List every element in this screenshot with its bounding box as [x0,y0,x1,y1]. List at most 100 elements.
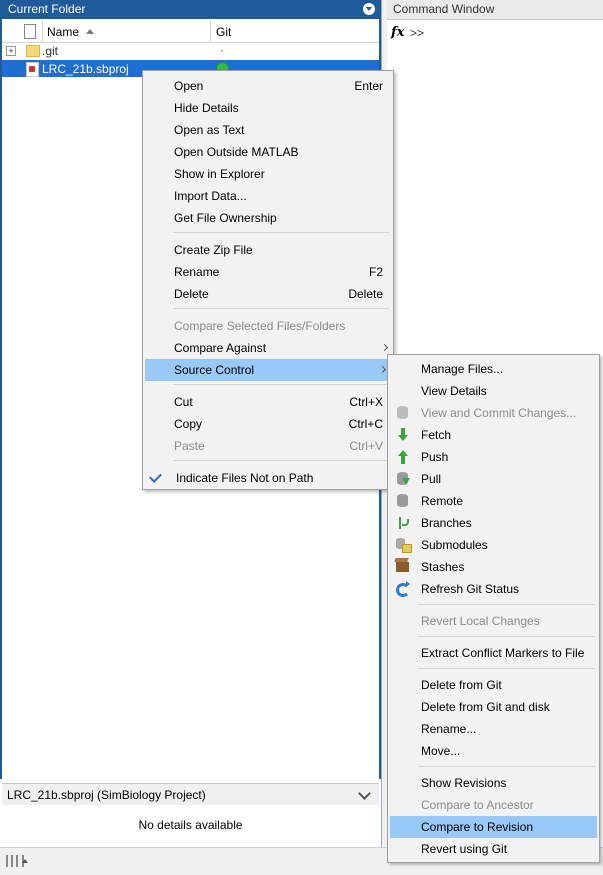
column-divider[interactable] [42,21,43,42]
menu-item-label: Show Revisions [421,776,507,790]
menu-item-source-control[interactable]: Source Control [145,359,391,381]
menu-item-label: Pull [421,472,442,486]
checkmark-icon [149,470,162,483]
stashes-icon [396,562,409,572]
submenu-arrow-icon [380,343,389,352]
menu-item-label: Rename [174,265,220,279]
menu-item-open-as-text[interactable]: Open as Text [143,119,393,141]
pull-icon [397,472,410,485]
menu-item-label: Delete from Git [421,678,502,692]
menu-item-label: Move... [421,744,461,758]
submenu-arrow-icon [378,365,387,374]
menu-item-label: Import Data... [174,189,247,203]
menu-item-create-zip-file[interactable]: Create Zip File [143,239,393,261]
menu-item-rename[interactable]: Rename... [388,718,599,740]
menu-item-delete-from-git[interactable]: Delete from Git [388,674,599,696]
sort-ascending-icon [86,29,94,34]
menu-separator [173,308,389,309]
menu-item-fetch[interactable]: Fetch [388,424,599,446]
menu-item-label: Branches [421,516,472,530]
menu-item-label: Compare Selected Files/Folders [174,319,346,333]
menu-item-stashes[interactable]: Stashes [388,556,599,578]
column-divider[interactable] [210,21,211,42]
menu-item-cut[interactable]: Cut Ctrl+X [143,391,393,413]
menu-item-branches[interactable]: Branches [388,512,599,534]
current-folder-titlebar[interactable]: Current Folder [0,0,381,19]
file-type-column-icon[interactable] [24,24,36,39]
menu-item-delete-from-git-and-disk[interactable]: Delete from Git and disk [388,696,599,718]
menu-item-label: Copy [174,417,203,431]
menu-item-label: Open [174,79,204,93]
menu-item-label: Compare to Ancestor [421,798,534,812]
git-column-header[interactable]: Git [216,25,231,39]
menu-item-label: Compare to Revision [421,820,534,834]
name-column-header[interactable]: Name [47,25,79,39]
simbiology-project-icon [26,62,39,77]
menu-item-show-in-explorer[interactable]: Show in Explorer [143,163,393,185]
menu-separator [418,604,595,605]
menu-item-shortcut: Ctrl+X [349,395,383,409]
menu-item-move[interactable]: Move... [388,740,599,762]
menu-item-label: Indicate Files Not on Path [176,471,314,485]
details-panel-header[interactable]: LRC_21b.sbproj (SimBiology Project) [2,783,379,806]
panel-options-icon[interactable] [363,3,375,15]
menu-item-label: Show in Explorer [174,167,265,181]
command-prompt[interactable]: >> [410,26,424,40]
menu-item-label: Create Zip File [174,243,253,257]
menu-item-hide-details[interactable]: Hide Details [143,97,393,119]
details-title: LRC_21b.sbproj (SimBiology Project) [7,788,206,802]
push-icon [396,450,410,464]
menu-item-view-and-commit: View and Commit Changes... [388,402,599,424]
menu-item-label: View Details [421,384,487,398]
menu-item-push[interactable]: Push [388,446,599,468]
menu-item-label: Push [421,450,449,464]
remote-icon [397,494,408,507]
menu-item-show-revisions[interactable]: Show Revisions [388,772,599,794]
details-panel: No details available [2,805,379,845]
menu-separator [173,384,389,385]
function-browser-icon[interactable]: fx [391,25,404,40]
menu-item-copy[interactable]: Copy Ctrl+C [143,413,393,435]
menu-item-delete[interactable]: Delete Delete [143,283,393,305]
menu-item-submodules[interactable]: Submodules [388,534,599,556]
command-window-title: Command Window [393,2,495,16]
menu-item-label: Submodules [421,538,488,552]
menu-item-label: Source Control [174,363,255,377]
refresh-icon [396,581,410,597]
menu-item-manage-files[interactable]: Manage Files... [388,358,599,380]
menu-item-view-details[interactable]: View Details [388,380,599,402]
menu-item-compare-to-revision[interactable]: Compare to Revision [390,816,597,838]
menu-item-label: Rename... [421,722,477,736]
command-window-titlebar[interactable]: Command Window [387,0,603,20]
file-name: LRC_21b.sbproj [42,62,129,76]
menu-item-refresh-git-status[interactable]: Refresh Git Status [388,578,599,600]
menu-item-compare-against[interactable]: Compare Against [143,337,393,359]
folder-icon [26,45,40,57]
menu-item-label: Compare Against [174,341,267,355]
menu-item-get-file-ownership[interactable]: Get File Ownership [143,207,393,229]
menu-item-rename[interactable]: Rename F2 [143,261,393,283]
menu-item-label: Refresh Git Status [421,582,520,596]
menu-item-open[interactable]: Open Enter [143,75,393,97]
menu-item-label: Open as Text [174,123,245,137]
file-row[interactable]: + .git · [2,42,379,59]
menu-item-label: Paste [174,439,205,453]
menu-item-shortcut: Ctrl+V [349,439,383,453]
menu-item-import-data[interactable]: Import Data... [143,185,393,207]
expand-plus-icon[interactable]: + [6,46,16,56]
menu-item-remote[interactable]: Remote [388,490,599,512]
menu-item-indicate-files-not-on-path[interactable]: Indicate Files Not on Path [143,467,393,489]
menu-item-label: View and Commit Changes... [421,406,577,420]
branches-icon [396,516,410,530]
current-folder-title: Current Folder [8,2,86,16]
menu-item-shortcut: Enter [354,79,383,93]
menu-item-label: Delete [174,287,209,301]
menu-item-label: Extract Conflict Markers to File [421,646,585,660]
menu-item-revert-using-git[interactable]: Revert using Git [388,838,599,860]
menu-item-extract-conflict-markers[interactable]: Extract Conflict Markers to File [388,642,599,664]
chevron-up-icon[interactable] [22,859,28,863]
chevron-down-icon[interactable] [358,787,371,800]
menu-item-pull[interactable]: Pull [388,468,599,490]
menu-item-label: Revert using Git [421,842,508,856]
menu-item-open-outside-matlab[interactable]: Open Outside MATLAB [143,141,393,163]
